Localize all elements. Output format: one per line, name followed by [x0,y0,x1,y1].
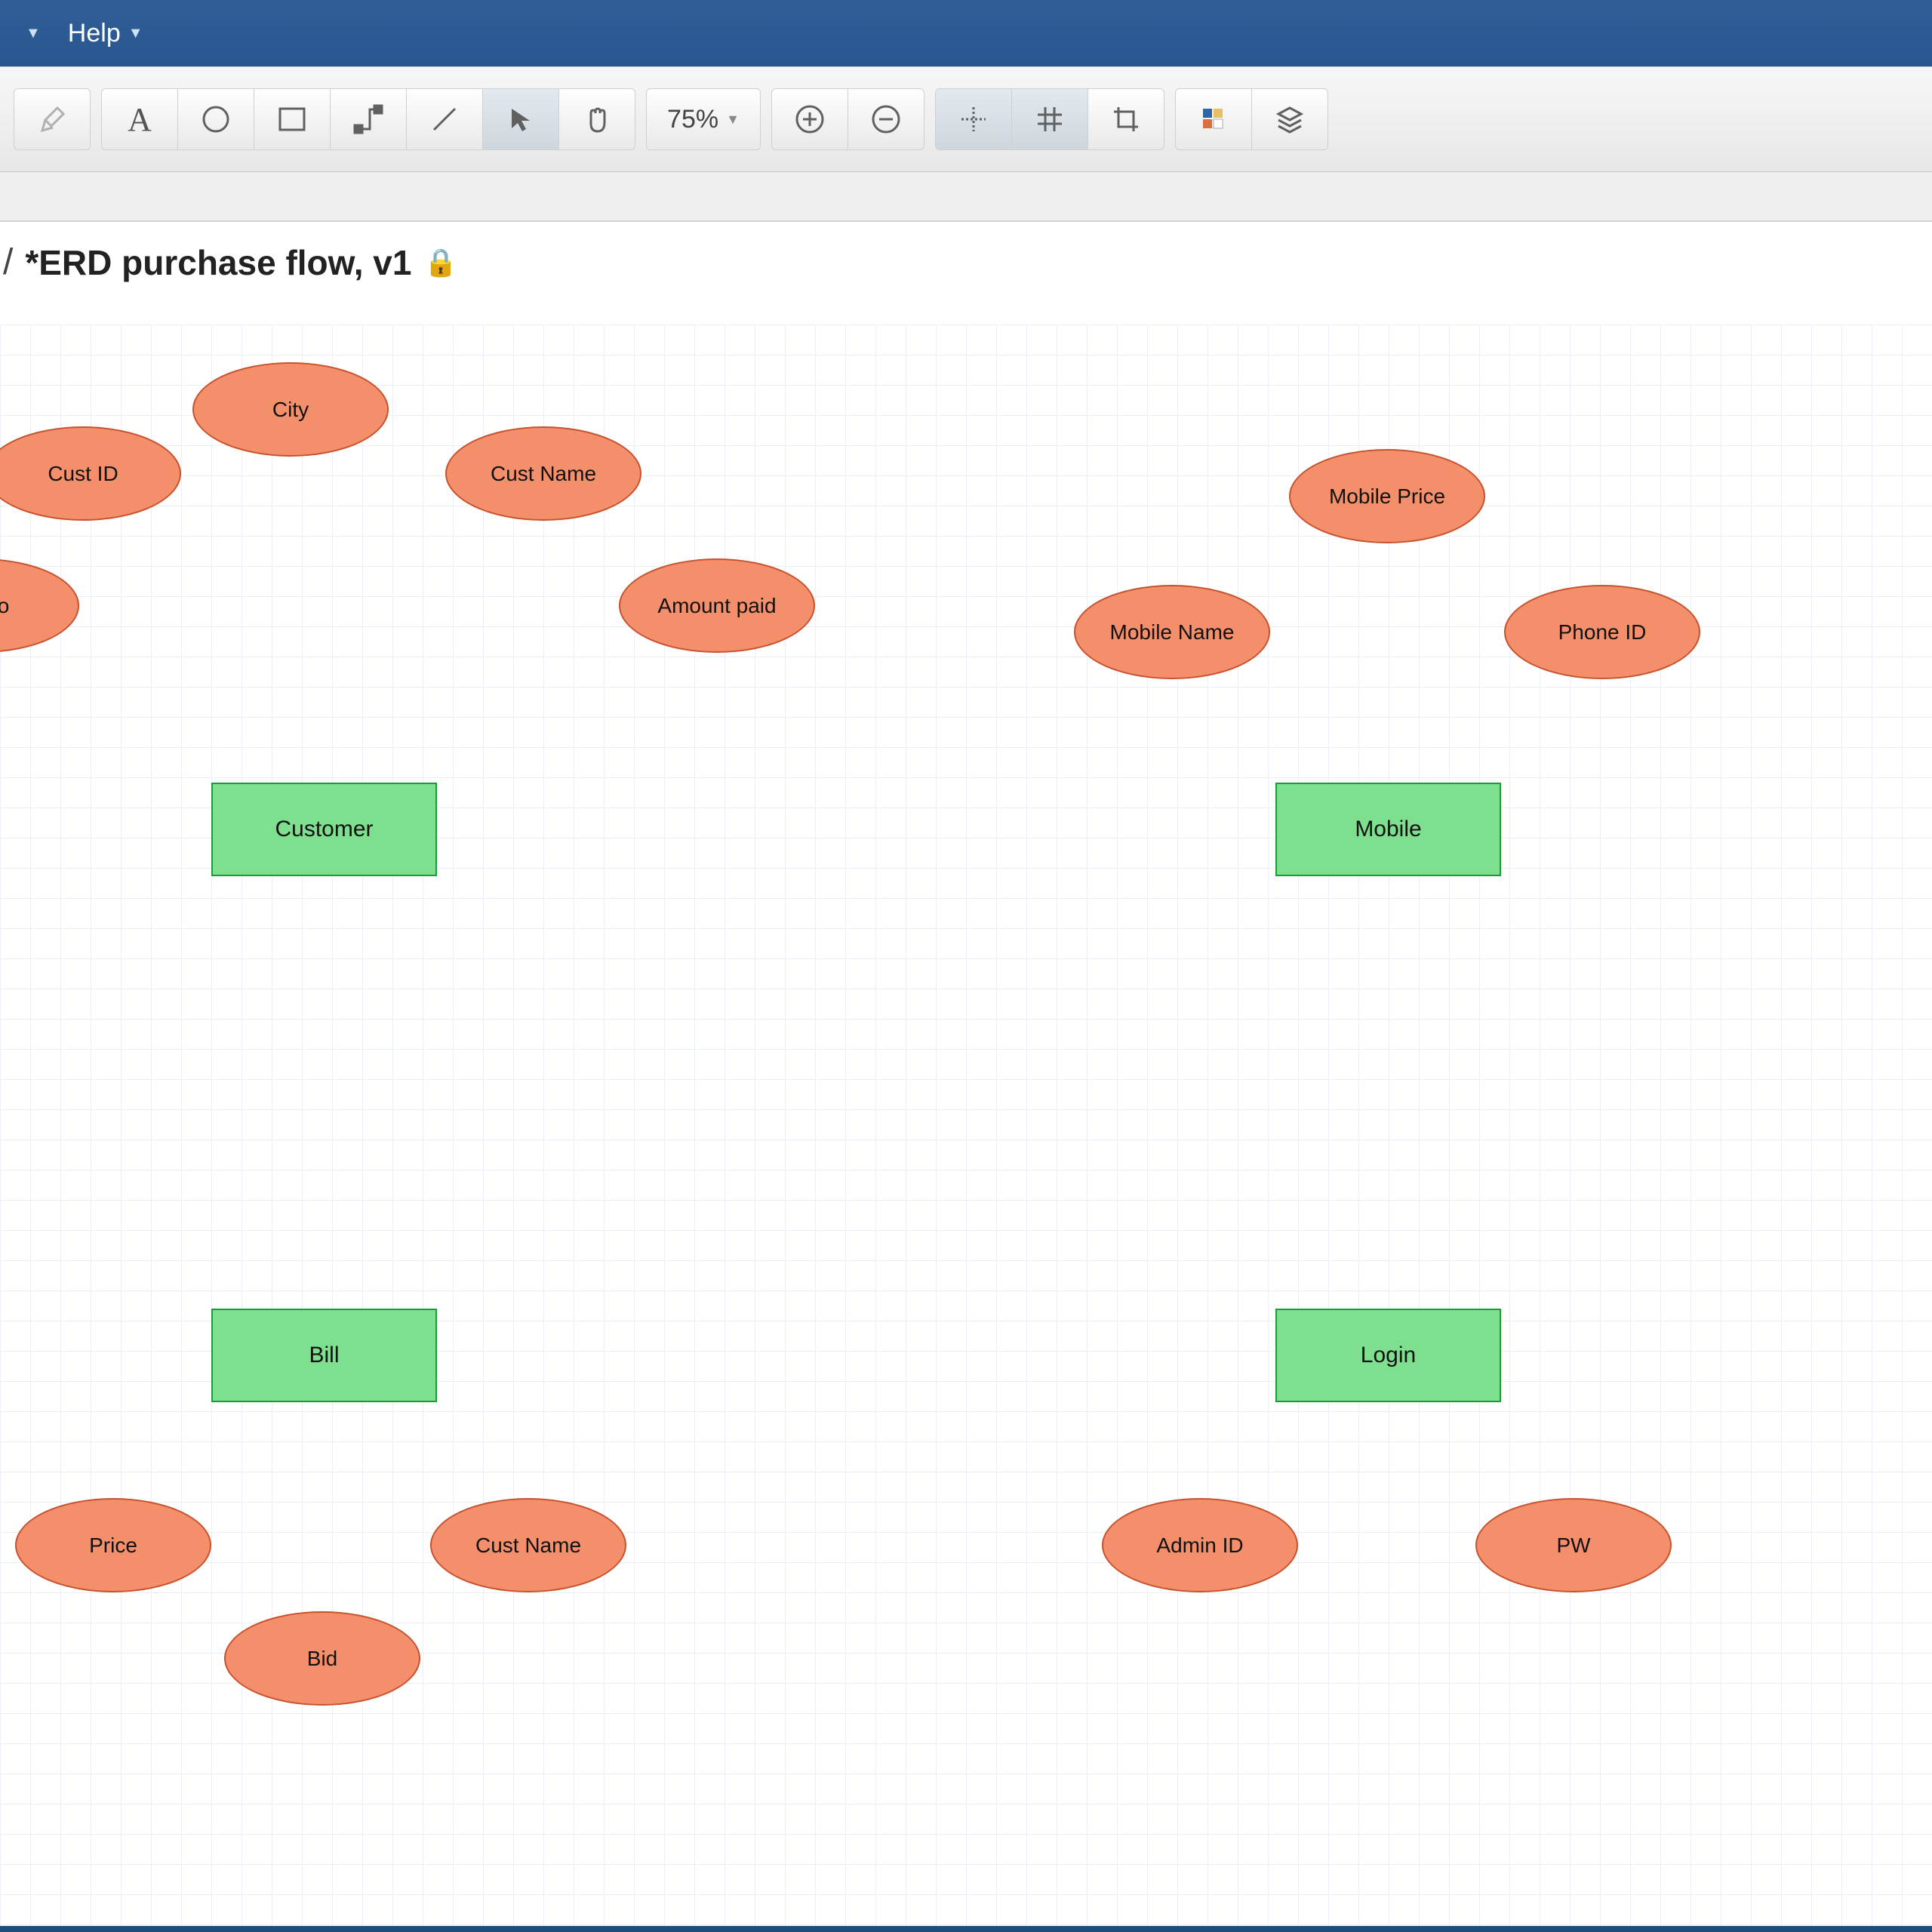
zoom-in-button[interactable] [772,89,848,149]
attr-label: City [272,398,309,422]
secondary-strip [0,172,1932,222]
entity-login[interactable]: Login [1275,1309,1501,1402]
document-title[interactable]: *ERD purchase flow, v1 [25,242,411,283]
attr-amount-paid[interactable]: Amount paid [619,558,815,653]
zoom-dropdown[interactable]: 75% ▼ [646,88,761,150]
attr-label: Cust Name [491,462,596,486]
attr-admin-id[interactable]: Admin ID [1102,1498,1298,1592]
edges-layer [0,325,226,438]
snap-button[interactable] [936,89,1012,149]
attr-city[interactable]: City [192,362,389,457]
caret-down-icon: ▼ [128,25,143,42]
attr-cust-name[interactable]: Cust Name [445,426,641,521]
attr-label: Phone ID [1558,620,1647,645]
attr-cust-id[interactable]: Cust ID [0,426,181,521]
attr-label: Cust ID [48,462,118,486]
attr-bill-cust-name[interactable]: Cust Name [430,1498,626,1592]
bottom-strip [0,1926,1932,1932]
entity-label: Bill [309,1343,339,1368]
entity-customer[interactable]: Customer [211,783,437,876]
crop-button[interactable] [1088,89,1164,149]
connector-tool-button[interactable] [331,89,407,149]
menubar: ▼ Help ▼ [0,0,1932,66]
entity-mobile[interactable]: Mobile [1275,783,1501,876]
zoom-out-button[interactable] [848,89,924,149]
entity-label: Login [1361,1343,1416,1368]
menu-item-help[interactable]: Help ▼ [54,0,157,66]
attr-price[interactable]: Price [15,1498,211,1592]
menu-item-label: Help [68,19,121,48]
caret-down-icon: ▼ [726,112,740,128]
caret-down-icon: ▼ [26,25,41,42]
entity-label: Customer [275,817,373,842]
entity-label: Mobile [1355,817,1421,842]
tool-group-shapes: A [101,88,635,150]
attr-label: Mobile Price [1329,485,1445,509]
attr-label: Price [89,1534,137,1558]
line-tool-button[interactable] [407,89,483,149]
attr-mobile-name[interactable]: Mobile Name [1074,585,1270,679]
text-tool-button[interactable]: A [102,89,178,149]
attr-bid[interactable]: Bid [224,1611,420,1706]
title-bar: / *ERD purchase flow, v1 🔒 [0,222,1932,300]
select-tool-button[interactable] [483,89,559,149]
grid-button[interactable] [1012,89,1088,149]
lock-icon[interactable]: 🔒 [423,247,457,278]
rect-tool-button[interactable] [254,89,331,149]
attr-mobile-price[interactable]: Mobile Price [1289,449,1485,543]
attr-label: Amount paid [657,594,776,618]
menu-item-left[interactable]: ▼ [12,0,54,66]
zoom-value: 75% [667,105,718,134]
circle-tool-button[interactable] [178,89,254,149]
attr-label: Cust Name [475,1534,581,1558]
attr-label: PW [1556,1534,1590,1558]
tool-group-format [14,88,91,150]
entity-bill[interactable]: Bill [211,1309,437,1402]
palette-button[interactable] [1176,89,1252,149]
tool-group-zoom [771,88,924,150]
attr-label: Mobile Name [1110,620,1235,645]
tool-group-misc [1175,88,1328,150]
attr-phone-id[interactable]: Phone ID [1504,585,1700,679]
attr-label: ne No [0,594,9,618]
diagram-canvas[interactable]: Customer City Cust ID Cust Name ne No Am… [0,325,1932,1926]
toolbar: A 75% ▼ [0,66,1932,172]
letter-a-icon: A [128,100,152,139]
attr-pw[interactable]: PW [1475,1498,1672,1592]
format-paintbrush-button[interactable] [14,89,90,149]
layers-button[interactable] [1252,89,1327,149]
breadcrumb-prefix: / [3,242,13,283]
attr-label: Admin ID [1156,1534,1243,1558]
tool-group-grid [935,88,1164,150]
attr-phone-no[interactable]: ne No [0,558,79,653]
pan-tool-button[interactable] [559,89,635,149]
attr-label: Bid [307,1647,337,1671]
